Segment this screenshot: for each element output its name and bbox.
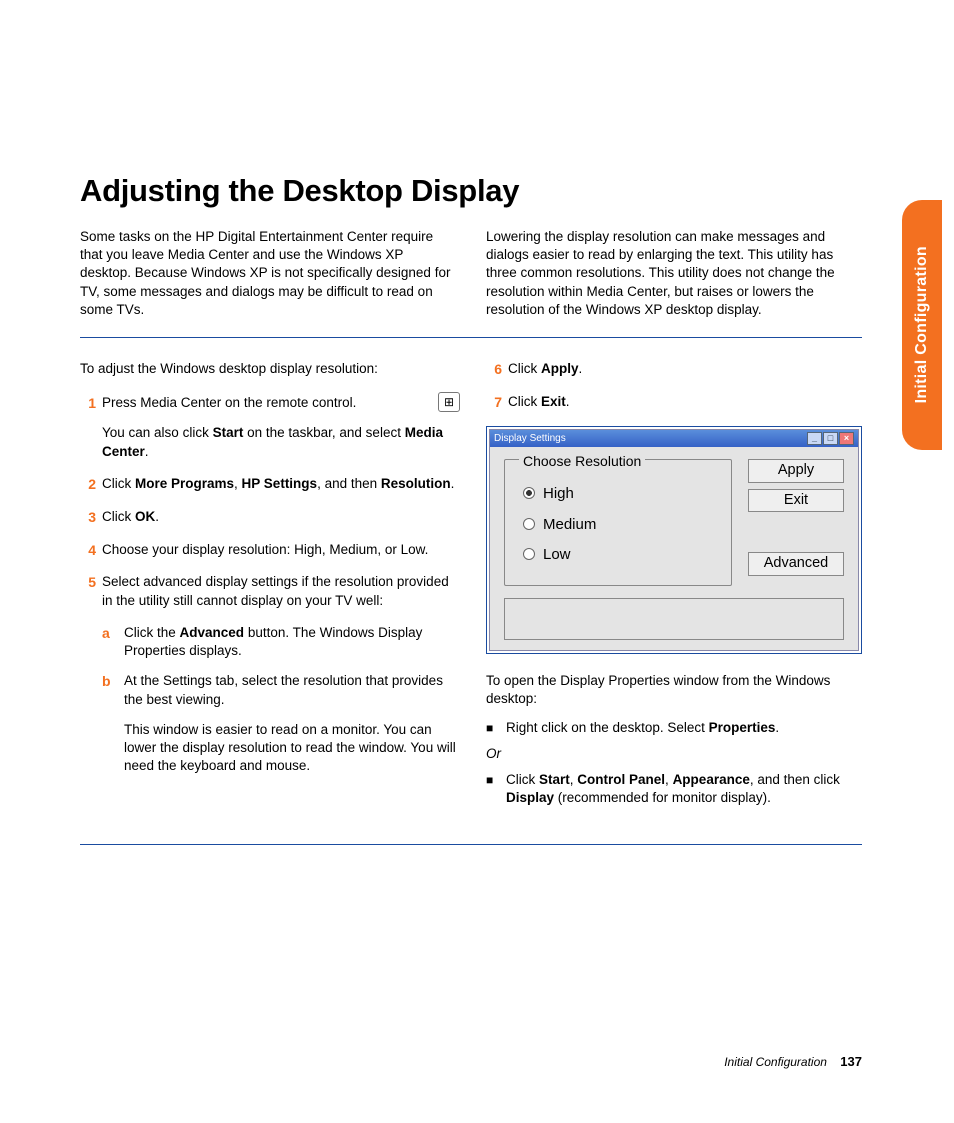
step-7-text: Click Exit. [508,393,862,411]
lead-text: To adjust the Windows desktop display re… [80,360,456,378]
bullet-2-text: Click Start, Control Panel, Appearance, … [506,771,862,807]
page-title: Adjusting the Desktop Display [80,170,862,212]
or-text: Or [486,745,862,763]
intro-left: Some tasks on the HP Digital Entertainme… [80,228,456,319]
window-buttons: _ □ × [807,432,854,445]
step-5a-text: Click the Advanced button. The Windows D… [124,624,456,660]
step-3: 3 Click OK. [80,508,456,527]
bullet-1: ■ Right click on the desktop. Select Pro… [486,719,862,737]
step-5b: b At the Settings tab, select the resolu… [80,672,456,775]
resolution-group: Choose Resolution High Medium Low [504,459,732,586]
maximize-icon: □ [823,432,838,445]
step-4: 4 Choose your display resolution: High, … [80,541,456,560]
advanced-button: Advanced [748,552,844,576]
resolution-legend: Choose Resolution [519,453,645,469]
bullet-icon: ■ [486,719,498,737]
radio-high: High [519,484,717,504]
step-7: 7 Click Exit. [486,393,862,412]
radio-low: Low [519,545,717,565]
display-settings-dialog: Display Settings _ □ × Choose Resolution… [489,429,859,652]
step-6: 6 Click Apply. [486,360,862,379]
main-columns: To adjust the Windows desktop display re… [80,360,862,816]
step-6-text: Click Apply. [508,360,862,378]
step-5b-text2: This window is easier to read on a monit… [124,721,456,776]
step-5-text: Select advanced display settings if the … [102,573,456,609]
windows-key-icon: ⊞ [438,392,460,412]
dialog-title: Display Settings [494,432,566,446]
status-bar [504,598,844,640]
divider-bottom [80,844,862,845]
page-number: 137 [840,1054,862,1069]
left-column: To adjust the Windows desktop display re… [80,360,456,816]
radio-medium: Medium [519,515,717,535]
intro-right: Lowering the display resolution can make… [486,228,862,319]
step-5b-text1: At the Settings tab, select the resoluti… [124,672,456,708]
step-5: 5 Select advanced display settings if th… [80,573,456,609]
step-2: 2 Click More Programs, HP Settings, and … [80,475,456,494]
minimize-icon: _ [807,432,822,445]
step-3-text: Click OK. [102,508,456,526]
footer-section: Initial Configuration [724,1055,827,1069]
right-column: 6 Click Apply. 7 Click Exit. Display Set… [486,360,862,816]
lead-2: To open the Display Properties window fr… [486,672,862,708]
step-1: 1 Press Media Center on the remote contr… [80,394,456,461]
intro-columns: Some tasks on the HP Digital Entertainme… [80,228,862,319]
step-1-line2: You can also click Start on the taskbar,… [102,424,456,460]
page: Adjusting the Desktop Display Some tasks… [0,0,954,927]
apply-button: Apply [748,459,844,483]
divider [80,337,862,338]
step-1-line1: Press Media Center on the remote control… [102,394,456,412]
bullet-2: ■ Click Start, Control Panel, Appearance… [486,771,862,807]
step-5a: a Click the Advanced button. The Windows… [80,624,456,660]
page-footer: Initial Configuration 137 [724,1053,862,1071]
dialog-titlebar: Display Settings _ □ × [490,430,858,448]
screenshot-frame: Display Settings _ □ × Choose Resolution… [486,426,862,655]
bullet-icon: ■ [486,771,498,807]
step-4-text: Choose your display resolution: High, Me… [102,541,456,559]
exit-button: Exit [748,489,844,513]
close-icon: × [839,432,854,445]
bullet-1-text: Right click on the desktop. Select Prope… [506,719,862,737]
step-2-text: Click More Programs, HP Settings, and th… [102,475,456,493]
dialog-body: Choose Resolution High Medium Low Apply … [490,447,858,650]
